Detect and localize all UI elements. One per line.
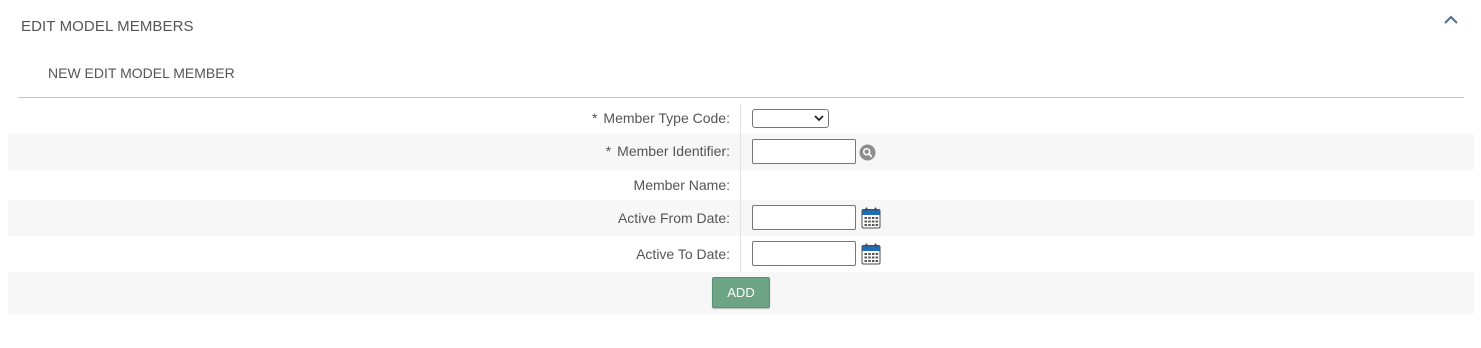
row-member-name: Member Name: — [8, 170, 1474, 200]
member-type-code-select[interactable] — [752, 109, 829, 128]
member-identifier-label: * Member Identifier: — [605, 143, 730, 159]
search-icon[interactable] — [859, 144, 876, 161]
chevron-down-icon — [814, 115, 824, 122]
section-title: EDIT MODEL MEMBERS — [21, 18, 194, 35]
form-subtitle: NEW EDIT MODEL MEMBER — [48, 65, 235, 81]
member-type-code-label: * Member Type Code: — [591, 110, 730, 126]
active-from-date-label: Active From Date: — [617, 210, 730, 226]
active-to-date-input[interactable] — [752, 241, 856, 266]
chevron-up-icon[interactable] — [1443, 13, 1459, 27]
member-name-label: Member Name: — [633, 177, 730, 193]
row-member-type-code: * Member Type Code: — [8, 104, 1474, 134]
member-identifier-input[interactable] — [752, 139, 856, 164]
row-add-button: ADD — [8, 272, 1474, 314]
add-button[interactable]: ADD — [712, 277, 770, 308]
divider — [18, 97, 1464, 98]
calendar-icon[interactable] — [861, 243, 881, 265]
row-member-identifier: * Member Identifier: — [8, 134, 1474, 170]
row-active-to-date: Active To Date: — [8, 236, 1474, 272]
calendar-icon[interactable] — [861, 207, 881, 229]
active-to-date-label: Active To Date: — [636, 246, 730, 262]
required-mark: * — [591, 110, 598, 126]
row-active-from-date: Active From Date: — [8, 200, 1474, 236]
active-from-date-input[interactable] — [752, 205, 856, 230]
required-mark: * — [605, 143, 612, 159]
member-form: *Member Type Code: *Member Identifier: — [8, 104, 1474, 314]
